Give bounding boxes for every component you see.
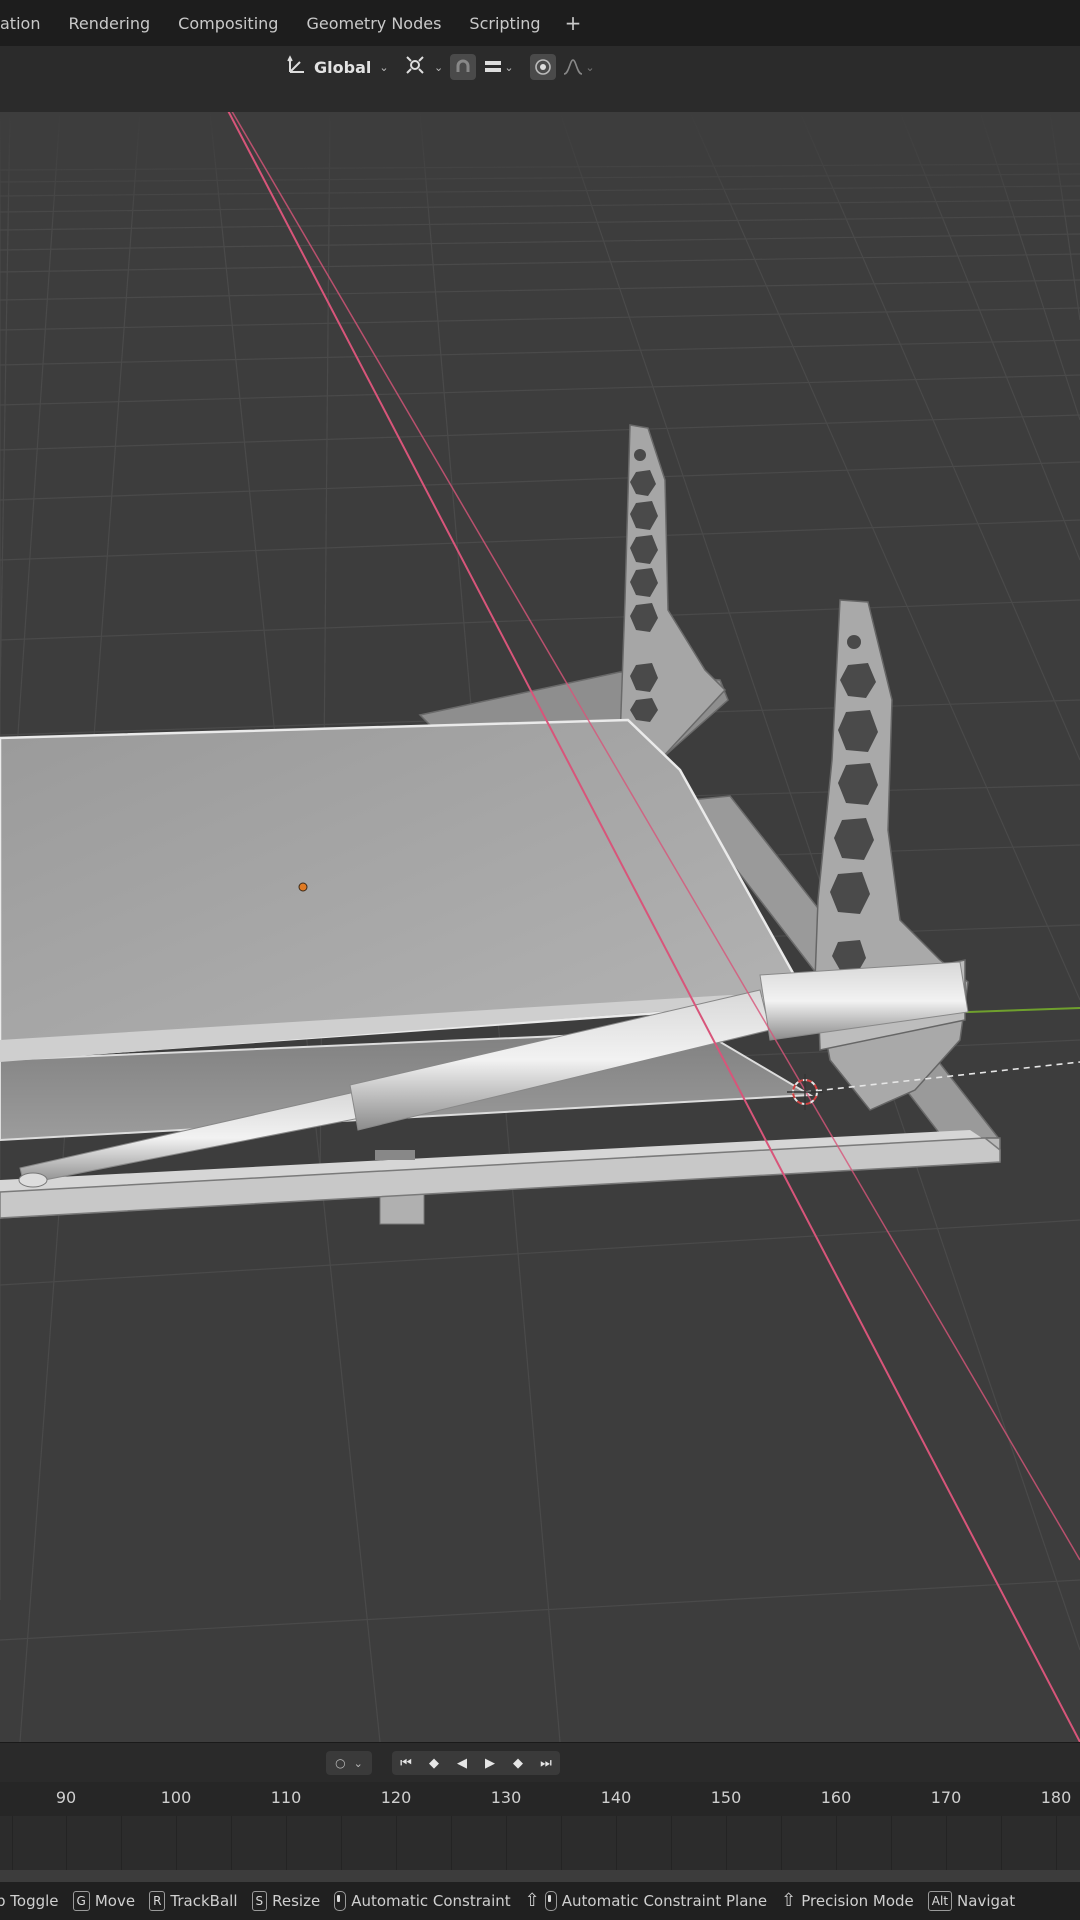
chevron-down-icon: ⌄ [379, 60, 389, 74]
jump-to-keyframe-next-icon[interactable]: ◆ [504, 1751, 532, 1775]
tab-geometry-nodes[interactable]: Geometry Nodes [292, 0, 455, 46]
magnet-icon [456, 59, 470, 72]
tab-rendering[interactable]: Rendering [54, 0, 164, 46]
jump-to-keyframe-prev-icon[interactable]: ◆ [420, 1751, 448, 1775]
jump-to-end-icon[interactable]: ⏭ [532, 1751, 560, 1775]
chevron-down-icon: ⌄ [434, 60, 444, 74]
playback-controls: ⏮ ◆ ◀ ▶ ◆ ⏭ [392, 1751, 560, 1775]
object-origin-dot [298, 882, 308, 892]
falloff-curve-icon [564, 59, 583, 75]
play-reverse-icon[interactable]: ◀ [448, 1751, 476, 1775]
status-label: Navigat [957, 1892, 1016, 1910]
status-label: Automatic Constraint Plane [561, 1892, 768, 1910]
tab-scripting[interactable]: Scripting [455, 0, 554, 46]
record-icon: ○ [335, 1756, 346, 1770]
play-icon[interactable]: ▶ [476, 1751, 504, 1775]
key-s-icon: S [251, 1891, 268, 1911]
chevron-down-icon: ⌄ [504, 60, 514, 74]
transform-orientation-dropdown[interactable]: Global ⌄ [286, 54, 389, 80]
snap-toggle-button[interactable] [450, 54, 476, 80]
tab-animation[interactable]: ation [0, 0, 54, 46]
status-precision-mode: ⇧ Precision Mode [781, 1890, 914, 1911]
key-r-icon: R [149, 1891, 166, 1911]
proportional-editing-group: ⌄ [530, 54, 596, 80]
frame-tick: 90 [55, 1788, 77, 1807]
chevron-down-icon: ⌄ [585, 60, 595, 74]
snap-increment-icon [485, 61, 502, 72]
frame-tick: 170 [930, 1788, 962, 1807]
timeline-header: ○ ⌄ ⏮ ◆ ◀ ▶ ◆ ⏭ [0, 1742, 1080, 1783]
status-label: Automatic Constraint [351, 1892, 511, 1910]
status-label: TrackBall [170, 1892, 238, 1910]
frame-tick: 150 [710, 1788, 742, 1807]
viewport-header: Global ⌄ ⌄ ⌄ ⌄ [0, 46, 1080, 112]
status-label: Precision Mode [801, 1892, 914, 1910]
status-trackball: R TrackBall [149, 1891, 238, 1911]
shift-key-icon: ⇧ [524, 1890, 540, 1911]
timeline-scrollbar[interactable] [0, 1870, 1080, 1882]
frame-tick: 110 [270, 1788, 302, 1807]
frame-tick: 140 [600, 1788, 632, 1807]
frame-tick: 100 [160, 1788, 192, 1807]
add-workspace-button[interactable]: + [555, 11, 592, 35]
status-bar: p Toggle G Move R TrackBall S Resize Aut… [0, 1882, 1080, 1920]
status-move: G Move [72, 1891, 136, 1911]
workspace-tab-bar: ation Rendering Compositing Geometry Nod… [0, 0, 1080, 47]
chevron-down-icon: ⌄ [353, 1756, 363, 1770]
frame-ruler[interactable]: 90 100 110 120 130 140 150 160 170 180 [0, 1782, 1080, 1816]
shift-key-icon: ⇧ [781, 1890, 797, 1911]
frame-tick: 180 [1040, 1788, 1072, 1807]
key-alt-icon: Alt [927, 1891, 953, 1911]
orientation-label: Global [314, 57, 372, 77]
tab-compositing[interactable]: Compositing [164, 0, 292, 46]
status-snap-toggle: p Toggle [0, 1892, 59, 1910]
snap-group: ⌄ [450, 54, 516, 80]
status-label: p Toggle [0, 1892, 59, 1910]
timeline-track-area[interactable] [0, 1816, 1080, 1870]
key-g-icon: G [72, 1891, 90, 1911]
viewport-scene[interactable] [0, 112, 1080, 1742]
proportional-icon [535, 59, 551, 75]
status-label: Resize [272, 1892, 321, 1910]
frame-tick: 160 [820, 1788, 852, 1807]
status-automatic-constraint-plane: ⇧ Automatic Constraint Plane [525, 1891, 767, 1911]
3d-viewport[interactable] [0, 112, 1080, 1742]
auto-keying-button[interactable]: ○ ⌄ [326, 1751, 372, 1775]
proportional-editing-button[interactable] [530, 54, 556, 80]
jump-to-start-icon[interactable]: ⏮ [392, 1751, 420, 1775]
falloff-dropdown[interactable]: ⌄ [562, 54, 596, 80]
snap-target-dropdown[interactable]: ⌄ [482, 54, 516, 80]
mouse-middle-icon [334, 1891, 347, 1911]
status-label: Move [94, 1892, 136, 1910]
status-navigate: Alt Navigat [927, 1891, 1016, 1911]
frame-tick: 120 [380, 1788, 412, 1807]
orientation-axes-icon [286, 54, 308, 80]
mouse-middle-icon [544, 1891, 557, 1911]
pivot-point-icon [404, 54, 426, 80]
status-automatic-constraint: Automatic Constraint [334, 1891, 511, 1911]
frame-tick: 130 [490, 1788, 522, 1807]
status-resize: S Resize [251, 1891, 321, 1911]
pivot-point-dropdown[interactable]: ⌄ [404, 54, 443, 80]
